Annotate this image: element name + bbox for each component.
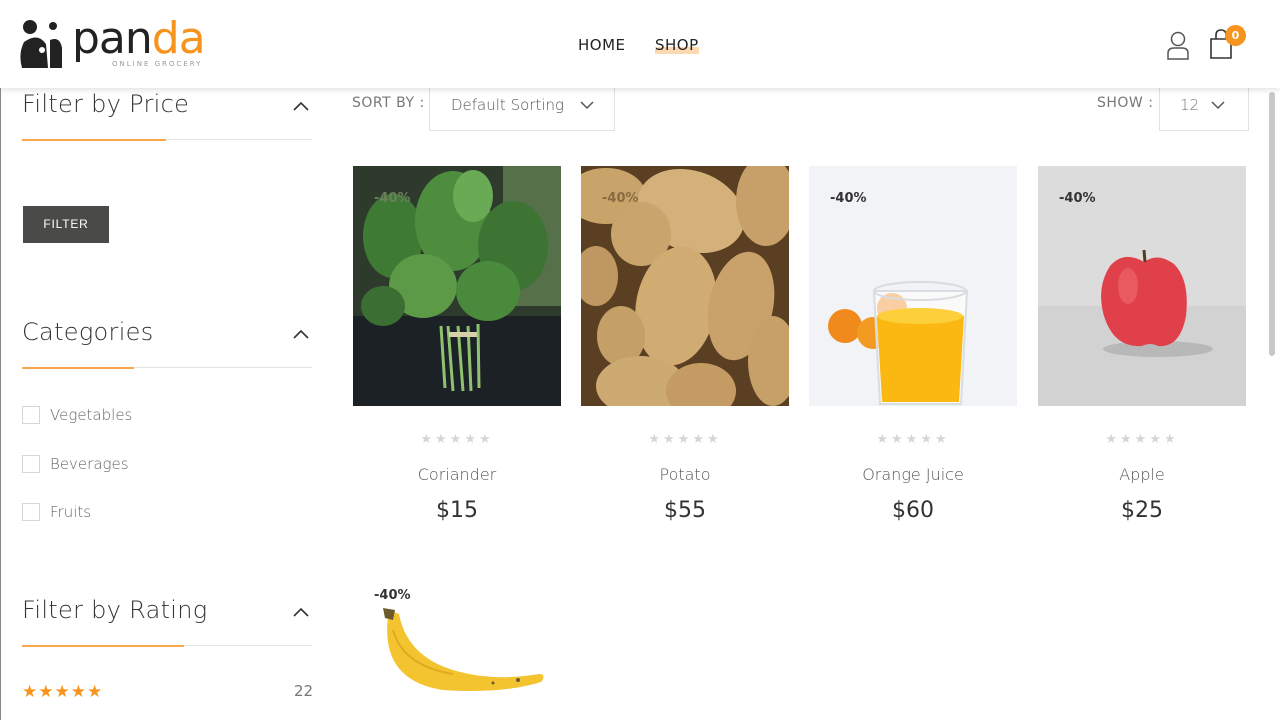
collapse-rating-chevron-icon[interactable] [292,606,310,618]
discount-badge: -40% [830,191,867,206]
product-price: $25 [1121,498,1163,523]
potato-image[interactable]: -40% [581,166,789,406]
coriander-image[interactable]: -40% [353,166,561,406]
show-label: SHOW : [1097,95,1154,111]
discount-badge: -40% [374,588,411,603]
panda-logo[interactable]: panda ONLINE GROCERY [20,13,210,74]
category-vegetables[interactable]: Vegetables [22,405,132,425]
logo-tagline: ONLINE GROCERY [112,60,203,68]
product-card-potato[interactable]: -40% ★★★★★ Potato $55 [581,166,789,536]
discount-badge: -40% [602,191,639,206]
collapse-price-chevron-icon[interactable] [292,100,310,112]
category-fruits[interactable]: Fruits [22,502,91,522]
product-price: $55 [664,498,706,523]
product-name[interactable]: Apple [1038,465,1246,484]
rating-divider [22,645,312,647]
product-rating-stars: ★★★★★ [420,432,494,447]
panda-logo-icon [20,20,62,68]
sort-by-label: SORT BY : [352,95,425,111]
category-beverages[interactable]: Beverages [22,454,129,474]
product-card-banana[interactable]: -40% [353,570,561,720]
chevron-down-icon [1211,101,1225,110]
category-checkbox[interactable] [22,406,40,424]
category-checkbox[interactable] [22,455,40,473]
rating-count: 22 [294,682,314,700]
category-checkbox[interactable] [22,503,40,521]
collapse-categories-chevron-icon[interactable] [292,328,310,340]
category-label: Vegetables [50,406,133,424]
banana-image[interactable]: -40% [353,570,561,720]
product-rating-stars: ★★★★★ [648,432,722,447]
window-edge [0,0,1,720]
product-price: $60 [892,498,934,523]
product-name[interactable]: Coriander [353,465,561,484]
cart-count-badge: 0 [1225,25,1246,46]
product-card-orange-juice[interactable]: -40% ★★★★★ Orange Juice $60 [809,166,1017,536]
categories-title: Categories [22,318,154,346]
apple-image[interactable]: -40% [1038,166,1246,406]
chevron-down-icon [580,101,594,110]
filter-by-price-title: Filter by Price [22,90,190,118]
category-label: Fruits [50,503,92,521]
five-star-rating-filter[interactable]: ★★★★★ [22,682,103,702]
logo-wordmark: panda [72,13,206,64]
discount-badge: -40% [374,191,411,206]
filter-by-rating-title: Filter by Rating [22,596,208,624]
product-name[interactable]: Potato [581,465,789,484]
nav-shop-label: SHOP [655,36,699,54]
category-label: Beverages [50,455,129,473]
product-rating-stars: ★★★★★ [876,432,950,447]
filter-button[interactable]: FILTER [23,206,109,243]
site-header: panda ONLINE GROCERY HOME SHOP 0 [0,0,1280,88]
product-name[interactable]: Orange Juice [809,465,1017,484]
discount-badge: -40% [1059,191,1096,206]
page-scrollbar[interactable] [1269,92,1275,356]
nav-home-link[interactable]: HOME [578,36,626,54]
nav-shop-link[interactable]: SHOP [655,36,699,54]
show-selected-value: 12 [1180,96,1200,114]
sort-selected-value: Default Sorting [451,96,564,114]
orange-juice-image[interactable]: -40% [809,166,1017,406]
product-card-apple[interactable]: -40% ★★★★★ Apple $25 [1038,166,1246,536]
product-card-coriander[interactable]: -40% ★★★★★ Coriander $15 [353,166,561,536]
price-divider [22,139,312,141]
user-account-icon[interactable] [1166,30,1190,60]
product-price: $15 [436,498,478,523]
categories-divider [22,367,312,369]
product-rating-stars: ★★★★★ [1105,432,1179,447]
